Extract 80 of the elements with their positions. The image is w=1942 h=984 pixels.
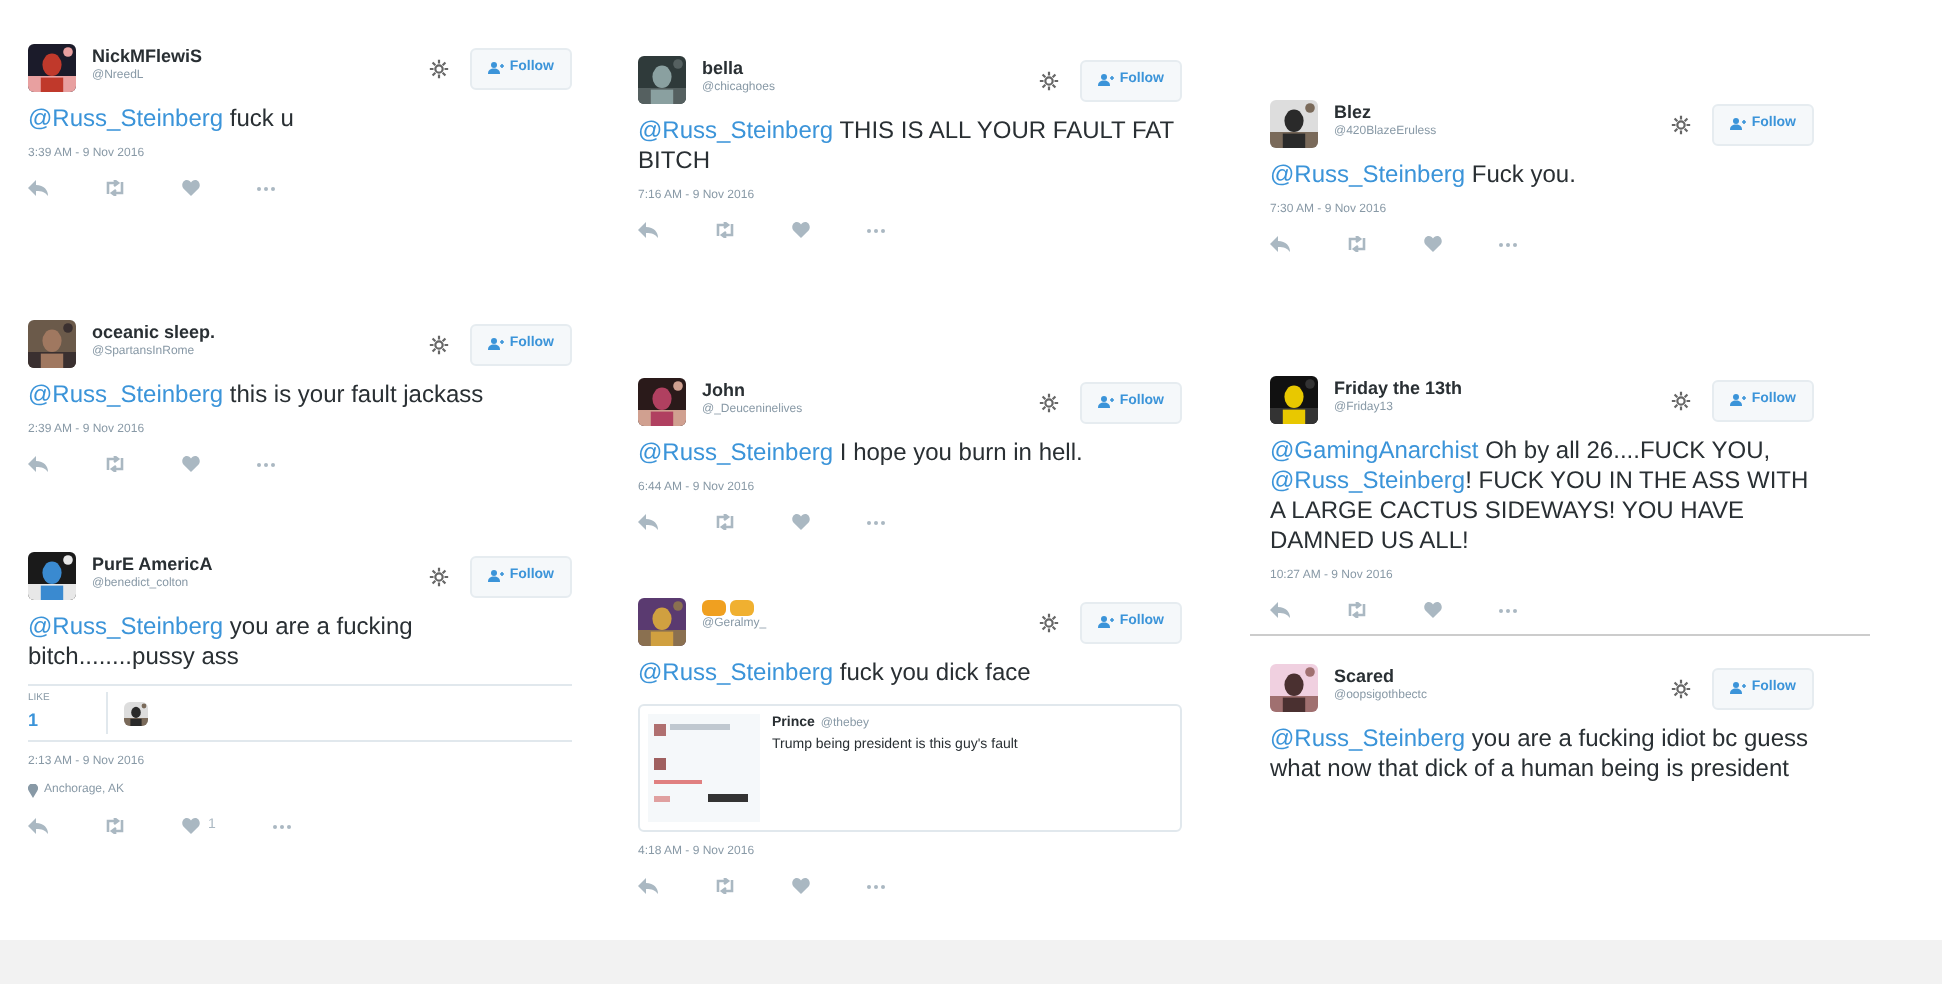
retweet-icon[interactable]	[104, 456, 126, 472]
settings-icon[interactable]	[1037, 391, 1060, 414]
tweet-text: @Russ_Steinberg fuck u	[28, 104, 296, 134]
user-name: Blez	[1334, 100, 1374, 124]
more-icon[interactable]	[1498, 607, 1518, 613]
add-user-icon	[1729, 682, 1746, 695]
settings-icon[interactable]	[427, 565, 450, 588]
retweet-icon[interactable]	[714, 878, 736, 894]
tweet-text: @Russ_Steinberg fuck you dick face	[638, 658, 1033, 688]
settings-icon[interactable]	[427, 333, 450, 356]
settings-icon[interactable]	[1037, 611, 1060, 634]
heart-icon[interactable]	[1424, 602, 1442, 618]
user-name: Scared	[1334, 664, 1397, 688]
more-icon[interactable]	[1498, 241, 1518, 247]
tweet-text: @Russ_Steinberg THIS IS ALL YOUR FAULT FAT BITCH	[638, 116, 1176, 176]
more-icon[interactable]	[256, 461, 276, 467]
retweet-icon[interactable]	[1346, 236, 1368, 252]
add-user-icon	[1097, 74, 1114, 87]
more-icon[interactable]	[256, 185, 276, 191]
retweet-icon[interactable]	[714, 222, 736, 238]
mention-link[interactable]: @Russ_Steinberg	[638, 438, 834, 466]
heart-icon[interactable]	[792, 222, 810, 238]
retweet-icon[interactable]	[1346, 602, 1368, 618]
mention-link[interactable]: @GamingAnarchist	[1270, 436, 1479, 464]
stat-count: 1	[28, 707, 41, 733]
tweet-text: @Russ_Steinberg I hope you burn in hell.	[638, 438, 1085, 468]
settings-icon[interactable]	[427, 57, 450, 80]
more-icon[interactable]	[866, 227, 886, 233]
add-user-icon	[1729, 118, 1746, 131]
retweet-icon[interactable]	[104, 818, 126, 835]
mention-link[interactable]: @Russ_Steinberg	[638, 658, 834, 686]
heart-icon[interactable]	[182, 456, 200, 472]
reply-icon[interactable]	[28, 456, 48, 472]
settings-icon[interactable]	[1669, 389, 1692, 412]
reply-icon[interactable]	[1270, 602, 1290, 618]
mention-link[interactable]: @Russ_Steinberg	[638, 116, 834, 144]
add-user-icon	[1729, 394, 1746, 407]
user-name: John	[702, 378, 747, 402]
mention-link[interactable]: @Russ_Steinberg	[28, 612, 224, 640]
retweet-icon[interactable]	[714, 514, 736, 530]
tweet-text: @Russ_Steinberg this is your fault jackass	[28, 380, 486, 410]
tweet-text: @Russ_Steinberg you are a fucking idiot bc guess what now that dick of a human being is president	[1270, 724, 1811, 784]
mention-link[interactable]: @Russ_Steinberg	[28, 380, 224, 408]
emoji-icon	[702, 598, 754, 616]
mention-link[interactable]: @Russ_Steinberg	[28, 104, 224, 132]
user-name: oceanic sleep.	[92, 320, 218, 344]
mention-link[interactable]: @Russ_Steinberg	[1270, 160, 1466, 188]
tweet-text: @Russ_Steinberg Fuck you.	[1270, 160, 1578, 190]
add-user-icon	[1097, 396, 1114, 409]
more-icon[interactable]	[866, 883, 886, 889]
add-user-icon	[487, 338, 504, 351]
settings-icon[interactable]	[1669, 677, 1692, 700]
heart-icon[interactable]	[182, 818, 200, 835]
mention-link[interactable]: @Russ_Steinberg	[1270, 724, 1466, 752]
add-user-icon	[1097, 616, 1114, 629]
heart-icon[interactable]	[792, 878, 810, 894]
user-name: bella	[702, 56, 746, 80]
reply-icon[interactable]	[638, 878, 658, 894]
retweet-icon[interactable]	[104, 180, 126, 196]
tweet-text: @Russ_Steinberg you are a fucking bitch........pussy ass	[28, 612, 415, 672]
user-name: Friday the 13th	[1334, 376, 1465, 400]
more-icon[interactable]	[271, 823, 292, 830]
settings-icon[interactable]	[1669, 113, 1692, 136]
mention-link[interactable]: @Russ_Steinberg	[1270, 466, 1466, 494]
location-pin-icon	[28, 784, 38, 798]
reply-icon[interactable]	[28, 180, 48, 196]
settings-icon[interactable]	[1037, 69, 1060, 92]
heart-icon[interactable]	[1424, 236, 1442, 252]
reply-icon[interactable]	[638, 514, 658, 530]
user-name: NickMFlewiS	[92, 44, 205, 68]
heart-icon[interactable]	[792, 514, 810, 530]
user-name: PurE AmericA	[92, 552, 215, 576]
more-icon[interactable]	[866, 519, 886, 525]
heart-icon[interactable]	[182, 180, 200, 196]
add-user-icon	[487, 62, 504, 75]
reply-icon[interactable]	[1270, 236, 1290, 252]
reply-icon[interactable]	[638, 222, 658, 238]
reply-icon[interactable]	[28, 818, 48, 835]
tweet-text: @GamingAnarchist Oh by all 26....FUCK YOU, @Russ_Steinberg! FUCK YOU IN THE ASS WITH A LARGE CACTUS SIDEWAYS! YOU HAVE DAMNED US ALL!	[1270, 436, 1811, 556]
add-user-icon	[487, 570, 504, 583]
